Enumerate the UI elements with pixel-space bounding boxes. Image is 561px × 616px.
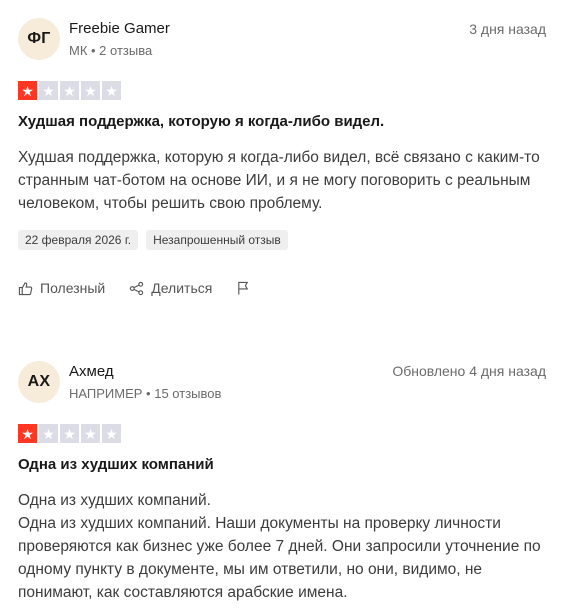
star-icon: ★: [102, 81, 121, 100]
review-date: 3 дня назад: [469, 21, 546, 37]
review-date: Обновлено 4 дня назад: [392, 363, 546, 379]
star-icon: ★: [39, 81, 58, 100]
useful-button[interactable]: Полезный: [18, 280, 105, 296]
review-card: АХ Ахмед НАПРИМЕР • 15 отзывов Обновлено…: [0, 343, 561, 616]
reviewer-name[interactable]: Ахмед: [69, 363, 114, 380]
reviewer-name[interactable]: Freebie Gamer: [69, 20, 170, 37]
review-title[interactable]: Худшая поддержка, которую я когда-либо в…: [18, 113, 384, 130]
review-body: Одна из худших компаний. Одна из худших …: [18, 489, 543, 604]
avatar[interactable]: ФГ: [18, 18, 60, 60]
star-icon: ★: [39, 424, 58, 443]
avatar[interactable]: АХ: [18, 361, 60, 403]
star-icon: ★: [18, 424, 37, 443]
useful-label: Полезный: [40, 280, 106, 296]
reviewer-meta: МК • 2 отзыва: [69, 43, 153, 58]
thumbs-up-icon: [18, 281, 33, 296]
reviewer-meta: НАПРИМЕР • 15 отзывов: [69, 386, 222, 401]
report-button[interactable]: [236, 280, 251, 296]
star-rating: ★ ★ ★ ★ ★: [18, 424, 121, 443]
review-actions: Полезный Делиться: [18, 280, 275, 296]
review-card: ФГ Freebie Gamer МК • 2 отзыва 3 дня наз…: [0, 0, 561, 320]
review-text: Одна из худших компаний.: [18, 492, 211, 509]
review-tags: 22 февраля 2026 г. Незапрошенный отзыв: [18, 230, 288, 250]
unprompted-review-tag: Незапрошенный отзыв: [146, 230, 288, 250]
review-title[interactable]: Одна из худших компаний: [18, 456, 214, 473]
share-icon: [129, 281, 144, 296]
star-icon: ★: [18, 81, 37, 100]
star-icon: ★: [102, 424, 121, 443]
review-body: Худшая поддержка, которую я когда-либо в…: [18, 146, 543, 215]
share-button[interactable]: Делиться: [129, 280, 212, 296]
star-rating: ★ ★ ★ ★ ★: [18, 81, 121, 100]
experience-date-tag: 22 февраля 2026 г.: [18, 230, 139, 250]
review-text: Одна из худших компаний. Наши документы …: [18, 515, 541, 601]
star-icon: ★: [81, 81, 100, 100]
star-icon: ★: [81, 424, 100, 443]
share-label: Делиться: [151, 280, 213, 296]
star-icon: ★: [60, 81, 79, 100]
star-icon: ★: [60, 424, 79, 443]
review-text: Худшая поддержка, которую я когда-либо в…: [18, 149, 540, 212]
flag-icon: [236, 280, 251, 296]
